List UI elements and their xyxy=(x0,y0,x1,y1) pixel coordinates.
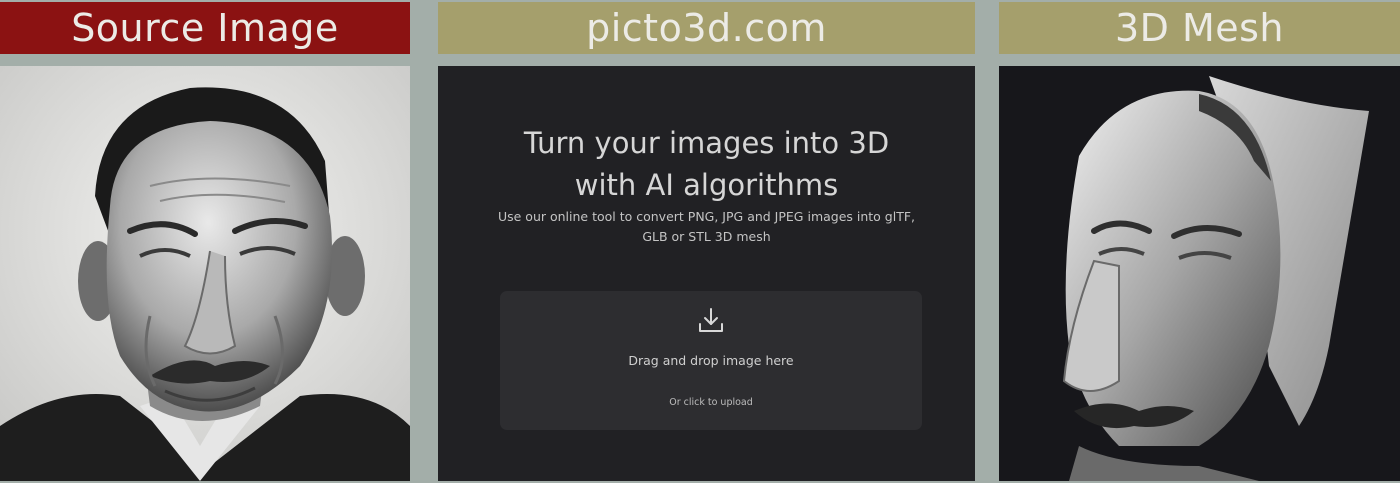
hero-subtitle: Use our online tool to convert PNG, JPG … xyxy=(488,207,925,247)
website-screenshot: Turn your images into 3D with AI algorit… xyxy=(438,66,975,481)
mesh-title: 3D Mesh xyxy=(1114,6,1285,50)
mesh-header: 3D Mesh xyxy=(999,2,1400,54)
website-header: picto3d.com xyxy=(438,2,975,54)
upload-dropzone[interactable]: Drag and drop image here Or click to upl… xyxy=(500,291,922,430)
hero-subtitle-line1: Use our online tool to convert PNG, JPG … xyxy=(497,209,916,224)
dropzone-label: Drag and drop image here xyxy=(628,353,794,368)
hero-subtitle-line2: GLB or STL 3D mesh xyxy=(642,229,771,244)
mesh-render-image xyxy=(999,66,1400,481)
source-image-panel: Source Image xyxy=(0,0,410,483)
website-panel: picto3d.com Turn your images into 3D wit… xyxy=(438,0,975,483)
website-title: picto3d.com xyxy=(586,6,827,50)
mesh-panel: 3D Mesh xyxy=(999,0,1400,483)
click-to-upload-link[interactable]: Or click to upload xyxy=(500,397,922,408)
source-image-header: Source Image xyxy=(0,2,410,54)
hero-title-line1: Turn your images into 3D xyxy=(523,126,890,160)
hero-title-line2: with AI algorithms xyxy=(574,168,839,202)
hero-title: Turn your images into 3D with AI algorit… xyxy=(438,122,975,206)
source-portrait-image xyxy=(0,66,410,481)
source-image-title: Source Image xyxy=(71,6,339,50)
download-icon xyxy=(695,305,727,337)
